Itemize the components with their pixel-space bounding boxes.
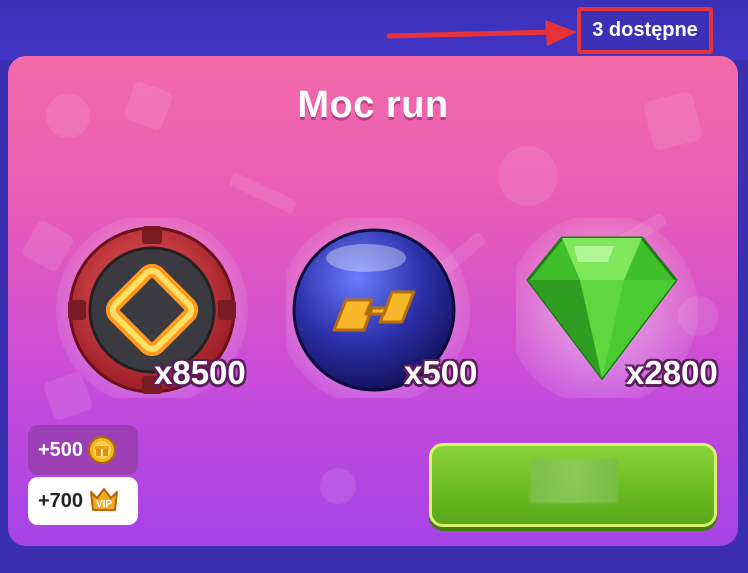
reward-quantity: x500: [404, 354, 478, 391]
available-counter: 3 dostępne: [577, 7, 713, 54]
page-title: Moc run: [297, 84, 449, 126]
vip-badge-icon: VIP: [90, 488, 119, 511]
reward-rune-power: x8500: [56, 218, 256, 398]
reward-green-gem: x2800: [516, 218, 731, 398]
annotation-arrow-icon: [386, 20, 577, 46]
reward-quantity: x8500: [154, 354, 246, 391]
bonus-vip-amount: +700: [38, 489, 84, 512]
reward-quantity: x2800: [626, 354, 718, 391]
reward-blue-orb: x500: [286, 218, 486, 398]
buy-button[interactable]: [429, 443, 717, 527]
svg-text:VIP: VIP: [96, 499, 112, 510]
available-count-label: 3 dostępne: [592, 19, 698, 41]
bonus-vip-badge: +700 VIP: [28, 477, 138, 525]
buy-price-placeholder: [530, 459, 618, 503]
gift-coin-icon: [88, 436, 117, 464]
bonus-coins-badge: +500: [28, 425, 138, 475]
bonus-coins-amount: +500: [38, 438, 84, 461]
bottom-background: [0, 545, 748, 573]
